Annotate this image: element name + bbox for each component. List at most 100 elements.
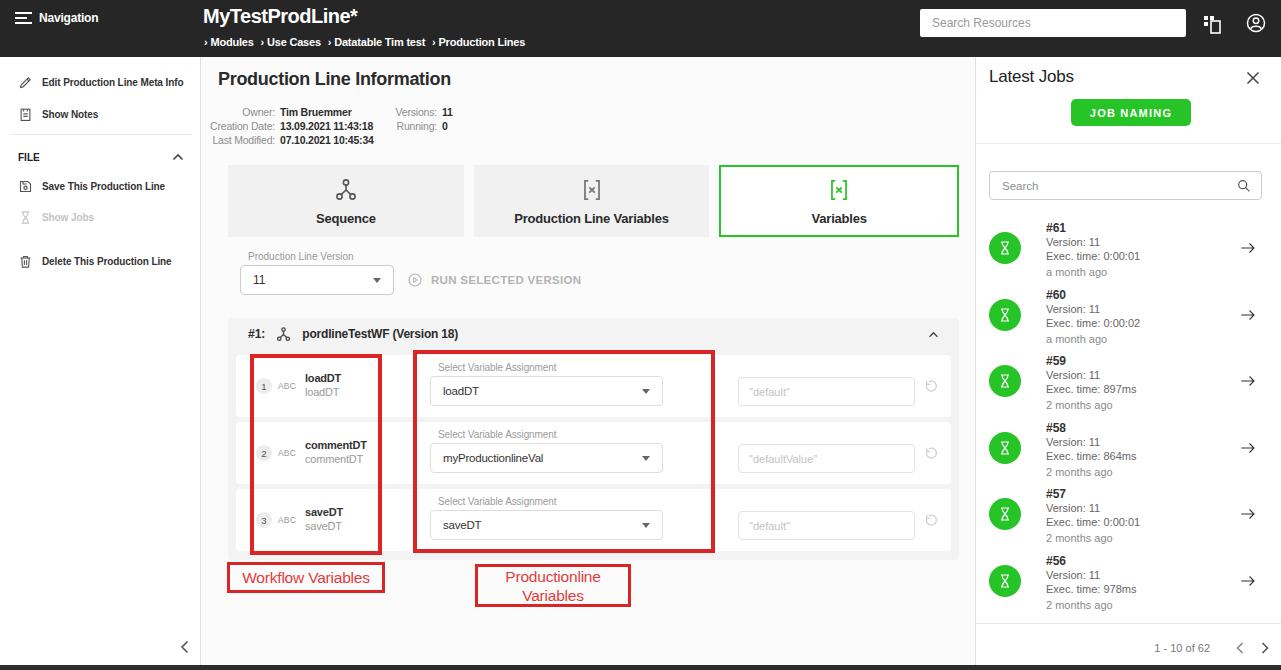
job-item[interactable]: #61 Version: 11 Exec. time: 0:00:01 a mo… <box>976 215 1281 282</box>
type-abc-label: ABC <box>278 381 296 391</box>
edit-meta-item[interactable]: Edit Production Line Meta Info <box>18 75 183 90</box>
arrow-right-icon[interactable] <box>1238 439 1258 457</box>
tab-production-line-variables[interactable]: Production Line Variables <box>474 165 710 237</box>
arrow-right-icon[interactable] <box>1238 505 1258 523</box>
job-id: #58 <box>1046 421 1066 435</box>
job-status-icon <box>989 565 1021 597</box>
job-item[interactable]: #60 Version: 11 Exec. time: 0:00:02 a mo… <box>976 282 1281 349</box>
chevron-down-icon <box>642 389 650 394</box>
account-icon[interactable] <box>1245 12 1267 34</box>
variable-row: 1 ABC loadDT loadDT Select Variable Assi… <box>236 355 951 417</box>
job-exec-time: Exec. time: 0:00:01 <box>1046 250 1140 262</box>
close-icon[interactable] <box>1246 71 1260 85</box>
running-value: 0 <box>442 120 448 132</box>
menu-icon[interactable] <box>15 12 32 24</box>
arrow-right-icon[interactable] <box>1238 306 1258 324</box>
versions-label: Versions: <box>357 106 437 118</box>
breadcrumb-item[interactable]: Use Cases <box>267 36 321 48</box>
breadcrumb-item[interactable]: Production Lines <box>438 36 525 48</box>
arrow-right-icon[interactable] <box>1238 372 1258 390</box>
breadcrumb-item[interactable]: Datatable Tim test <box>334 36 425 48</box>
job-item[interactable]: #56 Version: 11 Exec. time: 978ms 2 mont… <box>976 548 1281 615</box>
tab-sequence[interactable]: Sequence <box>228 165 464 237</box>
search-icon[interactable] <box>1236 178 1252 194</box>
pagination-next-icon[interactable] <box>1261 642 1269 654</box>
save-production-line-label: Save This Production Line <box>42 181 165 192</box>
main-content: Production Line Information Owner: Tim B… <box>201 57 975 665</box>
variable-assignment-select[interactable]: saveDT <box>430 510 663 540</box>
latest-jobs-panel: Latest Jobs JOB NAMING #61 Version: 11 E… <box>975 57 1281 665</box>
chevron-down-icon <box>642 456 650 461</box>
variable-assignment-select[interactable]: loadDT <box>430 376 663 406</box>
job-version: Version: 11 <box>1046 436 1100 448</box>
workflow-variable-name: loadDT <box>305 372 341 384</box>
workflow-index: #1: <box>248 327 265 341</box>
select-assignment-label: Select Variable Assignment <box>438 496 556 507</box>
version-select[interactable]: 11 <box>240 265 394 295</box>
version-select-label: Production Line Version <box>248 251 354 262</box>
reset-icon[interactable] <box>922 378 939 395</box>
default-value-input[interactable] <box>738 377 915 406</box>
pagination-prev-icon[interactable] <box>1236 642 1244 654</box>
divider <box>976 143 1281 144</box>
job-status-icon <box>989 365 1021 397</box>
job-item[interactable]: #59 Version: 11 Exec. time: 897ms 2 mont… <box>976 348 1281 415</box>
job-item[interactable]: #57 Version: 11 Exec. time: 0:00:01 2 mo… <box>976 481 1281 548</box>
navigation-label[interactable]: Navigation <box>39 11 98 25</box>
run-selected-version-button[interactable]: RUN SELECTED VERSION <box>407 272 581 288</box>
workflow-variable-name: saveDT <box>305 506 343 518</box>
job-age: 2 months ago <box>1046 466 1113 478</box>
hourglass-icon <box>997 307 1013 323</box>
breadcrumb-separator: › <box>432 36 435 48</box>
job-id: #57 <box>1046 487 1066 501</box>
chevron-down-icon <box>373 278 381 283</box>
workflow-panel: #1: pordlineTestWF (Version 18) 1 ABC lo… <box>228 318 959 560</box>
job-id: #59 <box>1046 354 1066 368</box>
last-modified-value: 07.10.2021 10:45:34 <box>280 134 374 146</box>
delete-production-line-item[interactable]: Delete This Production Line <box>18 254 172 269</box>
variable-assignment-select[interactable]: myProductionlineVal <box>430 443 663 473</box>
save-production-line-item[interactable]: Save This Production Line <box>18 179 165 194</box>
workflow-variable-subname: commentDT <box>305 453 367 465</box>
panel-collapse-icon[interactable] <box>928 331 939 338</box>
default-value-input[interactable] <box>738 444 915 473</box>
arrow-right-icon[interactable] <box>1238 239 1258 257</box>
job-naming-button[interactable]: JOB NAMING <box>1071 99 1191 126</box>
default-value-input[interactable] <box>738 511 915 540</box>
pencil-icon <box>18 75 33 90</box>
job-version: Version: 11 <box>1046 369 1100 381</box>
job-version: Version: 11 <box>1046 236 1100 248</box>
reset-icon[interactable] <box>922 512 939 529</box>
arrow-right-icon[interactable] <box>1238 572 1258 590</box>
workflow-variable-subname: saveDT <box>305 520 343 532</box>
breadcrumb-separator: › <box>328 36 331 48</box>
file-collapse-icon[interactable] <box>172 153 184 161</box>
tab-sequence-label: Sequence <box>316 211 376 226</box>
reset-icon[interactable] <box>922 445 939 462</box>
latest-jobs-title: Latest Jobs <box>989 67 1074 87</box>
workflow-variable-name: commentDT <box>305 439 367 451</box>
job-id: #61 <box>1046 221 1066 235</box>
tab-variables[interactable]: Variables <box>719 165 959 237</box>
last-modified-label: Last Modified: <box>195 134 275 146</box>
job-id: #56 <box>1046 554 1066 568</box>
jobs-search-input[interactable] <box>990 172 1261 199</box>
workflow-panel-header[interactable]: #1: pordlineTestWF (Version 18) <box>228 318 959 350</box>
show-notes-item[interactable]: Show Notes <box>18 107 98 122</box>
job-version: Version: 11 <box>1046 569 1100 581</box>
annotation-label-productionline-variables: Productionline Variables <box>475 564 631 607</box>
chevron-down-icon <box>642 523 650 528</box>
breadcrumb-item[interactable]: Modules <box>210 36 253 48</box>
search-resources-input[interactable] <box>920 9 1186 37</box>
type-abc-label: ABC <box>278 448 296 458</box>
job-item[interactable]: #58 Version: 11 Exec. time: 864ms 2 mont… <box>976 415 1281 482</box>
bottom-bar <box>0 665 1281 670</box>
variable-assignment-value: loadDT <box>443 385 642 397</box>
hourglass-icon <box>997 240 1013 256</box>
delete-production-line-label: Delete This Production Line <box>42 256 172 267</box>
creation-date-label: Creation Date: <box>195 120 275 132</box>
modules-icon[interactable] <box>1201 13 1223 35</box>
row-number: 2 <box>256 445 272 461</box>
tab-production-line-variables-label: Production Line Variables <box>514 211 669 226</box>
sidebar-collapse-icon[interactable] <box>180 640 189 654</box>
